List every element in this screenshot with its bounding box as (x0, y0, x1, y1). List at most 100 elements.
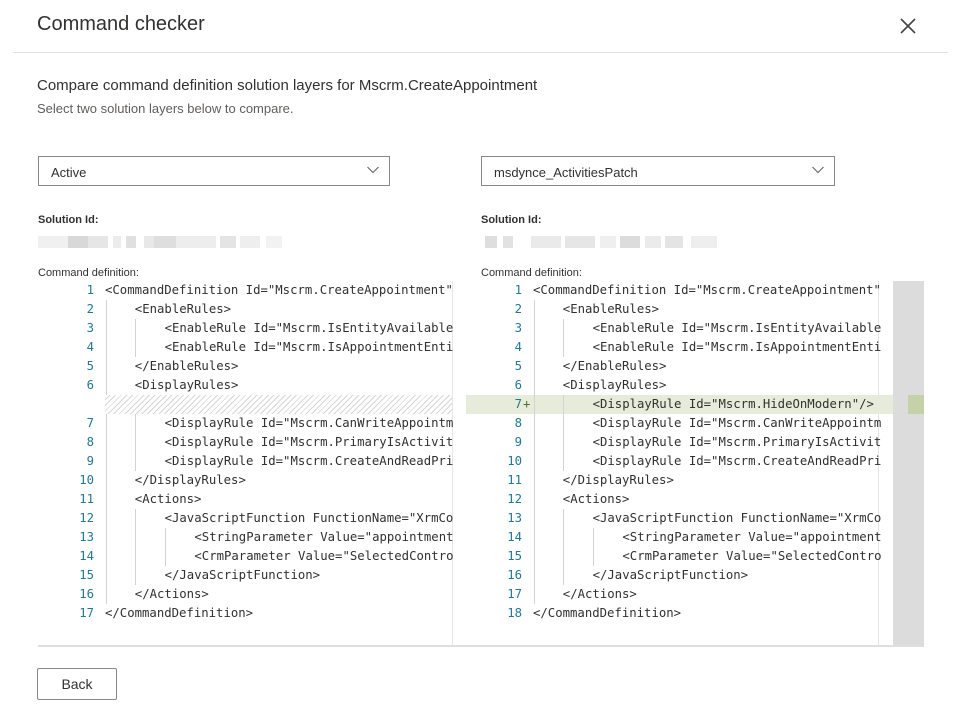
line-number: 11 (79, 492, 94, 506)
line-number: 1 (514, 283, 522, 297)
code-text: </EnableRules> (562, 359, 667, 373)
indent-guide (563, 566, 565, 585)
code-text: </Actions> (134, 587, 209, 601)
code-text: <DisplayRule Id="Mscrm.HideOnModern"/> (592, 397, 874, 411)
code-line: 6 <DisplayRules> (38, 376, 466, 395)
code-line: 11 <Actions> (38, 490, 466, 509)
indent-guide (105, 376, 107, 395)
line-number: 12 (79, 511, 94, 525)
code-line: 5 </EnableRules> (466, 357, 924, 376)
code-line: 17 </CommandDefinition> (38, 604, 466, 623)
line-number: 15 (507, 549, 522, 563)
code-text: <JavaScriptFunction FunctionName="XrmCo (592, 511, 882, 525)
left-layer-dropdown[interactable]: Active (38, 156, 390, 186)
indent-guide (105, 433, 107, 452)
indent-guide (105, 300, 107, 319)
added-marker: + (523, 397, 531, 411)
code-text: </CommandDefinition> (533, 606, 682, 620)
code-line: 16 </Actions> (38, 585, 466, 604)
diff-overview-added-marker (908, 395, 924, 414)
code-line: 8 <DisplayRule Id="Mscrm.PrimaryIsActivit (38, 433, 466, 452)
code-line: 12 <JavaScriptFunction FunctionName="XrmC… (38, 509, 466, 528)
line-number: 5 (514, 359, 522, 373)
line-number: 11 (507, 473, 522, 487)
code-text: <DisplayRules> (562, 378, 667, 392)
code-line: 17 </Actions> (466, 585, 924, 604)
indent-guide (105, 490, 107, 509)
line-number: 1 (86, 283, 94, 297)
diff-placeholder-hatch (105, 395, 452, 414)
line-number: 8 (514, 416, 522, 430)
code-line: 14 <StringParameter Value="appointment (466, 528, 924, 547)
code-line (38, 395, 466, 414)
indent-guide (105, 471, 107, 490)
indent-guide (533, 528, 535, 547)
line-number: 3 (514, 321, 522, 335)
right-solution-id-value (485, 236, 729, 248)
dialog-hint: Select two solution layers below to comp… (37, 101, 294, 116)
code-line: 1 <CommandDefinition Id="Mscrm.CreateAppo… (38, 281, 466, 300)
code-line: 13 <StringParameter Value="appointment (38, 528, 466, 547)
code-text: <EnableRules> (562, 302, 660, 316)
indent-guide (533, 509, 535, 528)
left-solution-id-value (38, 236, 282, 248)
code-line: 16 </JavaScriptFunction> (466, 566, 924, 585)
line-number: 17 (79, 606, 94, 620)
left-command-definition-label: Command definition: (38, 267, 139, 279)
code-line: 11 </DisplayRules> (466, 471, 924, 490)
indent-guide (533, 566, 535, 585)
indent-guide (533, 585, 535, 604)
code-text: <DisplayRule Id="Mscrm.CreateAndReadPri (592, 454, 882, 468)
dialog-header: Command checker (0, 0, 960, 52)
indent-guide (563, 414, 565, 433)
indent-guide (533, 452, 535, 471)
indent-guide (105, 414, 107, 433)
indent-guide (533, 395, 535, 414)
indent-guide (135, 452, 137, 471)
line-number: 6 (86, 378, 94, 392)
right-code-editor[interactable]: 1 <CommandDefinition Id="Mscrm.CreateAppo… (466, 281, 924, 647)
right-layer-dropdown[interactable]: msdynce_ActivitiesPatch (481, 156, 835, 186)
code-text: <JavaScriptFunction FunctionName="XrmCo (164, 511, 454, 525)
code-text: </JavaScriptFunction> (592, 568, 749, 582)
code-text: <CommandDefinition Id="Mscrm.CreateAppoi… (533, 283, 881, 297)
close-icon (900, 18, 916, 34)
dialog-title: Command checker (37, 13, 205, 35)
indent-guide (533, 357, 535, 376)
code-text: <EnableRule Id="Mscrm.IsAppointmentEnti (164, 340, 454, 354)
indent-guide (105, 509, 107, 528)
line-number: 18 (507, 606, 522, 620)
line-number: 8 (86, 435, 94, 449)
indent-guide (533, 319, 535, 338)
indent-guide (533, 300, 535, 319)
line-number: 4 (86, 340, 94, 354)
line-number: 4 (514, 340, 522, 354)
left-code-editor[interactable]: 1 <CommandDefinition Id="Mscrm.CreateAppo… (38, 281, 466, 647)
code-line: 10 </DisplayRules> (38, 471, 466, 490)
code-text: <DisplayRule Id="Mscrm.CanWriteAppointm (164, 416, 454, 430)
indent-guide (105, 566, 107, 585)
line-number: 7 (514, 397, 522, 411)
code-text: <EnableRule Id="Mscrm.IsAppointmentEnti (592, 340, 882, 354)
code-text: <StringParameter Value="appointment (194, 530, 454, 544)
right-solution-id-label: Solution Id: (481, 214, 542, 226)
code-line: 9 <DisplayRule Id="Mscrm.PrimaryIsActivit (466, 433, 924, 452)
indent-guide (533, 547, 535, 566)
back-button[interactable]: Back (37, 668, 117, 700)
close-button[interactable] (896, 14, 920, 38)
indent-guide (135, 433, 137, 452)
code-line: 9 <DisplayRule Id="Mscrm.CreateAndReadPri (38, 452, 466, 471)
code-text: </CommandDefinition> (105, 606, 254, 620)
indent-guide (563, 452, 565, 471)
line-number: 5 (86, 359, 94, 373)
right-command-definition-label: Command definition: (481, 267, 582, 279)
code-line: 12 <Actions> (466, 490, 924, 509)
left-solution-id-label: Solution Id: (38, 214, 99, 226)
line-number: 10 (79, 473, 94, 487)
indent-guide (533, 471, 535, 490)
indent-guide (563, 338, 565, 357)
indent-guide (135, 338, 137, 357)
line-number: 9 (514, 435, 522, 449)
code-line: 18 </CommandDefinition> (466, 604, 924, 623)
code-text: <CommandDefinition Id="Mscrm.CreateAppoi… (105, 283, 453, 297)
